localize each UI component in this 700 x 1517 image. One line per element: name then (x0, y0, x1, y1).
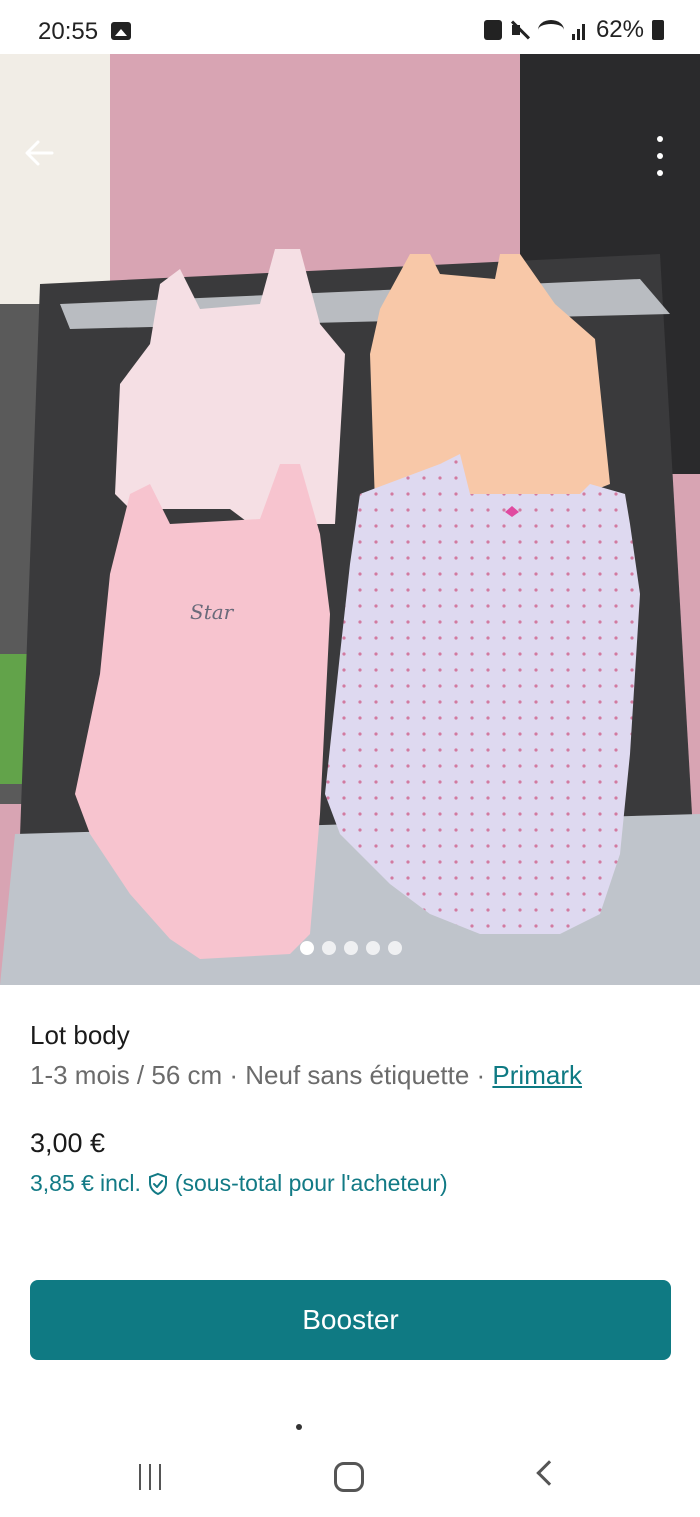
total-price: 3,85 € (30, 1170, 94, 1196)
photo-dot-3[interactable] (344, 941, 358, 955)
status-icons: 62% (483, 16, 664, 44)
brand-link[interactable]: Primark (492, 1060, 582, 1090)
listing-title: Lot body (30, 1020, 130, 1050)
more-vertical-icon (657, 136, 663, 142)
photo-dot-1[interactable] (300, 941, 314, 955)
photo-dot-5[interactable] (388, 941, 402, 955)
system-nav-bar (0, 1430, 700, 1517)
total-note: (sous-total pour l'acheteur) (174, 1170, 448, 1196)
total-incl-label: incl. (99, 1170, 141, 1196)
recent-apps-button[interactable] (139, 1464, 161, 1490)
svg-text:Star: Star (190, 600, 235, 624)
listing-meta-text: 1-3 mois / 56 cm · Neuf sans étiquette · (30, 1060, 493, 1090)
mute-icon (510, 20, 530, 40)
booster-button[interactable]: Booster (30, 1280, 671, 1360)
system-back-button[interactable] (536, 1460, 562, 1486)
status-bar: 20:55 62% (0, 0, 700, 54)
photo-pagination[interactable] (300, 941, 402, 955)
status-time: 20:55 (38, 18, 99, 45)
gallery-notification-icon (111, 22, 131, 40)
signal-icon (571, 20, 588, 40)
listing-meta: 1-3 mois / 56 cm · Neuf sans étiquette ·… (30, 1060, 582, 1091)
photo-dot-4[interactable] (366, 941, 380, 955)
arrow-left-icon (25, 140, 54, 166)
battery-icon (652, 20, 664, 40)
photo-illustration: Star (0, 54, 700, 985)
photo-dot-2[interactable] (322, 941, 336, 955)
battery-saver-icon (483, 20, 502, 40)
listing-price: 3,00 € (30, 1128, 106, 1158)
battery-percent: 62% (595, 16, 644, 43)
product-photo[interactable]: Star (0, 54, 700, 985)
shield-check-icon (148, 1172, 167, 1195)
home-button[interactable] (334, 1462, 364, 1492)
more-options-button[interactable] (650, 136, 670, 176)
wifi-icon (537, 20, 564, 40)
buyer-total[interactable]: 3,85 € incl. (sous-total pour l'acheteur… (30, 1170, 448, 1197)
back-button[interactable] (22, 136, 62, 176)
